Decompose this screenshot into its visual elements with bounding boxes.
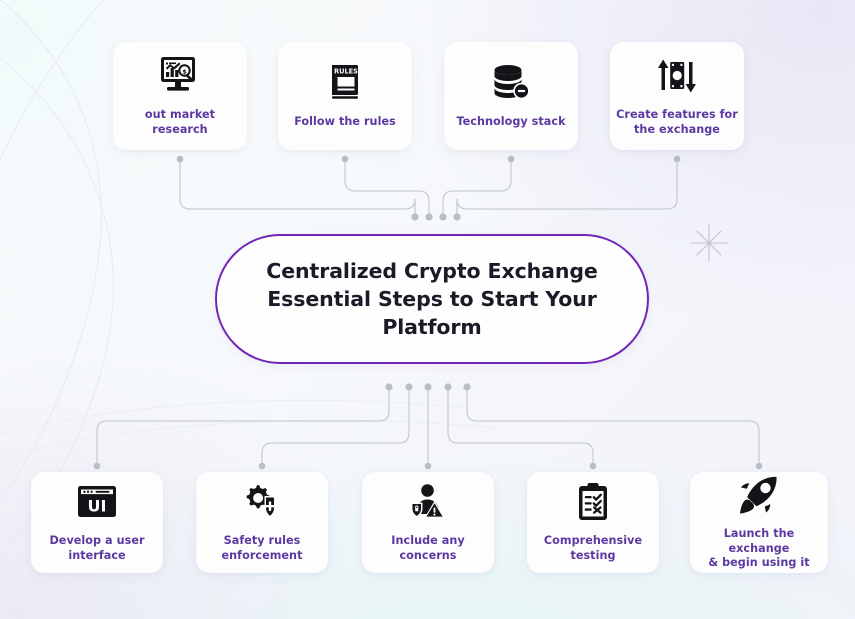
step-card-label: out market research: [144, 107, 216, 136]
money-exchange-arrows-icon: [656, 55, 698, 97]
database-stack-icon: [490, 62, 532, 104]
step-card-safety-rules-enforcement[interactable]: Safety rules enforcement: [196, 472, 328, 573]
step-card-follow-the-rules[interactable]: RULES Follow the rules: [278, 42, 412, 150]
market-research-monitor-icon: $: [159, 55, 202, 97]
central-node-title: Centralized Crypto Exchange Essential St…: [266, 258, 598, 340]
step-card-label: Include any concerns: [391, 534, 465, 562]
gear-shield-icon: [242, 481, 282, 523]
step-card-label: Comprehensive testing: [543, 534, 643, 562]
svg-text:$: $: [182, 67, 187, 75]
step-card-label: Safety rules enforcement: [221, 534, 303, 562]
rules-book-icon: RULES: [325, 62, 365, 104]
central-node: Centralized Crypto Exchange Essential St…: [215, 234, 649, 364]
user-security-warning-icon: [407, 481, 449, 523]
four-point-sparkle-icon: [690, 224, 728, 262]
step-card-label: Create features for the exchange: [616, 107, 738, 136]
step-card-out-market-research[interactable]: $ out market research: [113, 42, 247, 150]
rocket-launch-icon: [738, 474, 780, 516]
step-card-include-any-concerns[interactable]: Include any concerns: [362, 472, 494, 573]
step-card-develop-user-interface[interactable]: UI Develop a user interface: [31, 472, 163, 573]
step-card-label: Technology stack: [456, 115, 566, 129]
step-card-create-features[interactable]: Create features for the exchange: [610, 42, 744, 150]
step-card-launch-the-exchange[interactable]: Launch the exchange & begin using it: [690, 472, 828, 573]
step-card-comprehensive-testing[interactable]: Comprehensive testing: [527, 472, 659, 573]
svg-text:UI: UI: [88, 497, 107, 516]
step-card-label: Launch the exchange & begin using it: [708, 526, 810, 570]
step-card-technology-stack[interactable]: Technology stack: [444, 42, 578, 150]
step-card-label: Follow the rules: [294, 115, 396, 129]
step-card-label: Develop a user interface: [49, 534, 145, 562]
svg-text:RULES: RULES: [334, 68, 358, 76]
clipboard-checklist-icon: [576, 481, 610, 523]
ui-window-icon: UI: [75, 481, 119, 523]
